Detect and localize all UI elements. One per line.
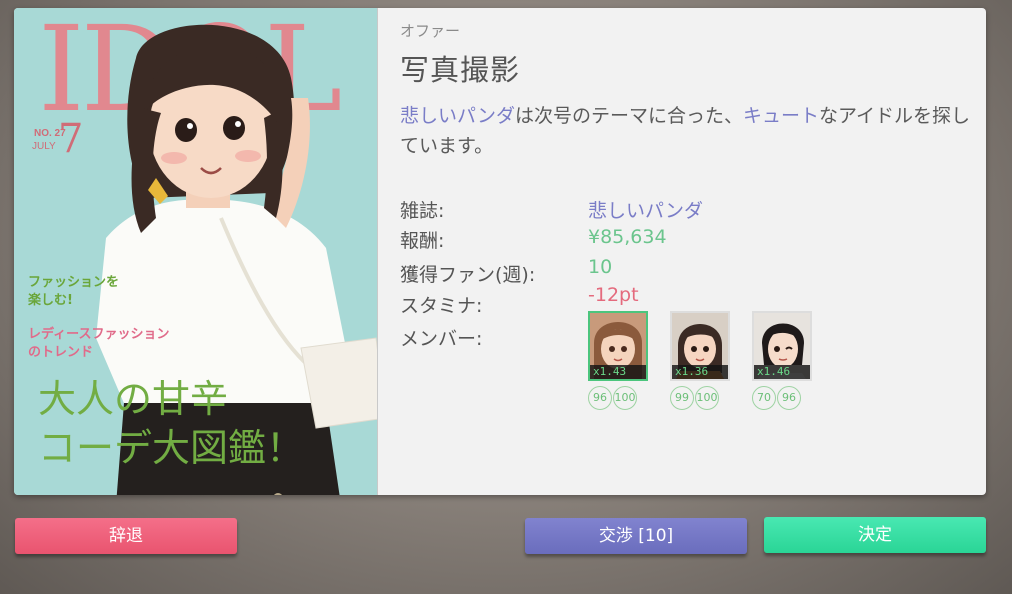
issue-month: JULY — [32, 141, 56, 152]
member-stats: 99 100 — [670, 386, 728, 410]
description-magazine: 悲しいパンダ — [400, 105, 515, 127]
member-multiplier: x1.46 — [754, 365, 810, 379]
description-text-1: は次号のテーマに合った、 — [514, 105, 743, 127]
member-portrait[interactable]: x1.43 — [588, 311, 648, 381]
cover-copy-fashion: ファッションを 楽しむ! — [28, 275, 120, 308]
issue-big-number: 7 — [58, 116, 84, 162]
member-stat: 96 — [777, 386, 801, 410]
offer-detail: オファー 写真撮影 悲しいパンダは次号のテーマに合った、キュートなアイドルを探し… — [400, 20, 980, 410]
member-card[interactable]: x1.36 99 100 — [670, 311, 730, 410]
member-stats: 96 100 — [588, 386, 646, 410]
member-stats: 70 96 — [752, 386, 810, 410]
fans-label: 獲得ファン(週): — [400, 264, 536, 286]
member-multiplier: x1.36 — [672, 365, 728, 379]
member-stat: 100 — [613, 386, 637, 410]
member-multiplier: x1.43 — [590, 365, 646, 379]
member-card[interactable]: x1.43 96 100 — [588, 311, 648, 410]
negotiate-button[interactable]: 交渉 [10] — [525, 518, 747, 554]
offer-description: 悲しいパンダは次号のテーマに合った、キュートなアイドルを探しています。 — [400, 101, 972, 162]
magazine-label: 雑誌: — [400, 200, 445, 222]
member-stat: 99 — [670, 386, 694, 410]
reward-label: 報酬: — [400, 230, 445, 252]
offer-panel: IDOL NO. 27 JULY 7 — [14, 8, 986, 495]
decide-button[interactable]: 決定 — [764, 517, 986, 553]
member-card[interactable]: x1.46 70 96 — [752, 311, 812, 410]
magazine-value: 悲しいパンダ — [588, 200, 703, 222]
member-portrait[interactable]: x1.46 — [752, 311, 812, 381]
cover-copy-trend: レディースファッション のトレンド — [28, 327, 170, 360]
member-stat: 100 — [695, 386, 719, 410]
decline-button[interactable]: 辞退 — [15, 518, 237, 554]
member-stat: 96 — [588, 386, 612, 410]
reward-value: ¥85,634 — [588, 226, 667, 248]
stamina-value: -12pt — [588, 284, 639, 306]
members-label: メンバー: — [400, 328, 483, 350]
offer-label: オファー — [400, 22, 461, 40]
job-title: 写真撮影 — [400, 53, 521, 87]
stamina-label: スタミナ: — [400, 295, 483, 317]
member-portrait[interactable]: x1.36 — [670, 311, 730, 381]
member-stat: 70 — [752, 386, 776, 410]
cover-headline: 大人の甘辛 コーデ大図鑑！ — [38, 377, 305, 471]
description-theme: キュート — [742, 105, 819, 127]
fans-value: 10 — [588, 256, 613, 278]
magazine-cover: IDOL NO. 27 JULY 7 — [14, 8, 378, 495]
